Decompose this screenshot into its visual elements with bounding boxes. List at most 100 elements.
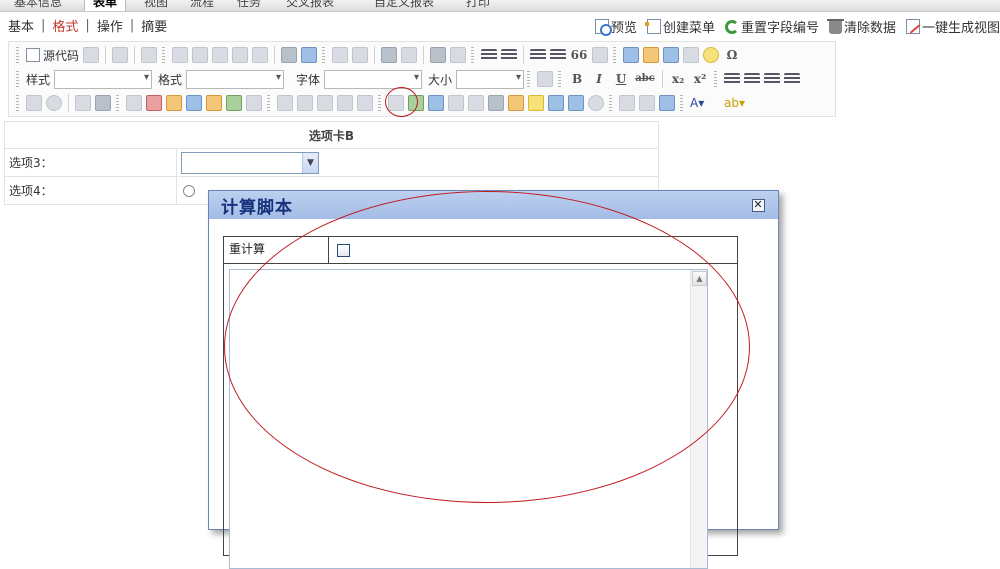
submenu-basic[interactable]: 基本 bbox=[8, 16, 34, 35]
anchor-icon[interactable] bbox=[659, 95, 675, 111]
select-all-icon[interactable] bbox=[430, 47, 447, 63]
recalc-checkbox[interactable] bbox=[337, 244, 350, 257]
hidden-field-icon[interactable] bbox=[277, 95, 293, 111]
text-field-icon[interactable] bbox=[75, 95, 91, 111]
calculate-script-icon[interactable] bbox=[337, 95, 353, 111]
close-icon[interactable]: ✕ bbox=[752, 199, 765, 212]
blockquote-icon[interactable]: 66 bbox=[570, 47, 588, 63]
tab-custom-report[interactable]: 自定义报表 bbox=[374, 0, 434, 10]
chevron-down-icon[interactable]: ▼ bbox=[302, 152, 318, 173]
user-field-icon[interactable] bbox=[166, 95, 182, 111]
font-select[interactable] bbox=[324, 69, 423, 89]
submenu-operation[interactable]: 操作 bbox=[97, 16, 123, 35]
toolbar-grip[interactable] bbox=[714, 71, 718, 87]
style-select[interactable] bbox=[54, 69, 153, 89]
cut-icon[interactable] bbox=[172, 47, 189, 63]
paste-text-icon[interactable] bbox=[232, 47, 249, 63]
tab-task[interactable]: 任务 bbox=[237, 0, 261, 10]
tab-print[interactable]: 打印 bbox=[466, 0, 490, 10]
tab-panel-icon[interactable] bbox=[408, 95, 424, 111]
superscript-button[interactable]: x² bbox=[691, 71, 709, 87]
signature-icon[interactable] bbox=[588, 95, 604, 111]
numbered-list-icon[interactable] bbox=[481, 49, 498, 61]
outdent-icon[interactable] bbox=[530, 49, 547, 61]
tab-view[interactable]: 视图 bbox=[144, 0, 168, 10]
text-color-dropdown[interactable]: A▾ bbox=[690, 95, 720, 111]
redo-icon[interactable] bbox=[352, 47, 369, 63]
preview-button[interactable]: 预览 bbox=[594, 17, 637, 36]
tree-field-icon[interactable] bbox=[206, 95, 222, 111]
underline-button[interactable]: U bbox=[612, 71, 630, 87]
toolbar-grip[interactable] bbox=[680, 95, 683, 111]
unlink-icon[interactable] bbox=[639, 95, 655, 111]
tab-basic-info[interactable]: 基本信息 bbox=[14, 0, 62, 10]
size-select[interactable] bbox=[456, 69, 525, 89]
chart-icon[interactable] bbox=[528, 95, 544, 111]
toolbar-grip[interactable] bbox=[162, 47, 166, 63]
toolbar-grip[interactable] bbox=[378, 95, 381, 111]
format-select[interactable] bbox=[186, 69, 285, 89]
toolbar-grip[interactable] bbox=[267, 95, 270, 111]
preview-page-icon[interactable] bbox=[112, 47, 129, 63]
date-field-icon[interactable] bbox=[146, 95, 162, 111]
toolbar-grip[interactable] bbox=[322, 47, 326, 63]
special-char-icon[interactable]: Ω bbox=[723, 47, 741, 63]
radio-field-icon[interactable] bbox=[46, 95, 62, 111]
tab-cross-report[interactable]: 交叉报表 bbox=[286, 0, 334, 10]
horizontal-rule-icon[interactable] bbox=[683, 47, 700, 63]
submenu-format[interactable]: 格式 bbox=[52, 16, 78, 35]
save-icon[interactable] bbox=[83, 47, 100, 63]
option4-radio[interactable] bbox=[183, 184, 195, 197]
link-icon[interactable] bbox=[619, 95, 635, 111]
align-center-icon[interactable] bbox=[744, 73, 761, 85]
toolbar-grip[interactable] bbox=[16, 71, 19, 87]
bulleted-list-icon[interactable] bbox=[501, 49, 518, 61]
paste-word-icon[interactable] bbox=[252, 47, 269, 63]
dialog-title-bar[interactable]: 计算脚本 ✕ bbox=[209, 191, 778, 219]
subform-icon[interactable] bbox=[448, 95, 464, 111]
option3-select[interactable]: ▼ bbox=[181, 151, 319, 174]
clear-data-button[interactable]: 清除数据 bbox=[826, 17, 896, 36]
list-field-icon[interactable] bbox=[126, 95, 142, 111]
align-justify-icon[interactable] bbox=[784, 73, 801, 85]
attachment-field-icon[interactable] bbox=[297, 95, 313, 111]
toolbar-grip[interactable] bbox=[16, 95, 19, 111]
print-icon[interactable] bbox=[281, 47, 298, 63]
div-container-icon[interactable] bbox=[592, 47, 609, 63]
button-field-icon[interactable] bbox=[246, 95, 262, 111]
italic-button[interactable]: I bbox=[590, 71, 608, 87]
checkbox-field-icon[interactable] bbox=[26, 95, 42, 111]
suggestion-field-icon[interactable] bbox=[357, 95, 373, 111]
camera-icon[interactable] bbox=[488, 95, 504, 111]
pencil-icon[interactable] bbox=[388, 95, 404, 111]
smiley-icon[interactable] bbox=[703, 47, 720, 63]
source-code-button[interactable]: 源代码 bbox=[26, 47, 79, 63]
textarea-field-icon[interactable] bbox=[95, 95, 111, 111]
bold-button[interactable]: B bbox=[568, 71, 586, 87]
department-field-icon[interactable] bbox=[186, 95, 202, 111]
reset-field-number-button[interactable]: 重置字段编号 bbox=[724, 17, 819, 36]
scroll-up-icon[interactable]: ▲ bbox=[692, 271, 707, 286]
indent-icon[interactable] bbox=[550, 49, 567, 61]
strikethrough-button[interactable]: abc bbox=[634, 71, 656, 87]
image-icon[interactable] bbox=[623, 47, 640, 63]
copy-icon[interactable] bbox=[192, 47, 209, 63]
toolbar-grip[interactable] bbox=[116, 95, 119, 111]
flash-icon[interactable] bbox=[643, 47, 660, 63]
align-left-icon[interactable] bbox=[724, 73, 741, 85]
grid-view-icon[interactable] bbox=[468, 95, 484, 111]
spellcheck-icon[interactable] bbox=[301, 47, 318, 63]
subscript-button[interactable]: x₂ bbox=[669, 71, 687, 87]
table-icon[interactable] bbox=[663, 47, 680, 63]
toolbar-grip[interactable] bbox=[527, 71, 531, 87]
report-icon[interactable] bbox=[508, 95, 524, 111]
submenu-summary[interactable]: 摘要 bbox=[141, 16, 167, 35]
tab-flow[interactable]: 流程 bbox=[190, 0, 214, 10]
toolbar-grip[interactable] bbox=[613, 47, 617, 63]
remove-format-icon[interactable] bbox=[450, 47, 467, 63]
tab-form[interactable]: 表单 bbox=[84, 0, 127, 11]
toolbar-grip[interactable] bbox=[558, 71, 562, 87]
replace-icon[interactable] bbox=[401, 47, 418, 63]
map-icon[interactable] bbox=[548, 95, 564, 111]
maximize-icon[interactable] bbox=[537, 71, 554, 87]
